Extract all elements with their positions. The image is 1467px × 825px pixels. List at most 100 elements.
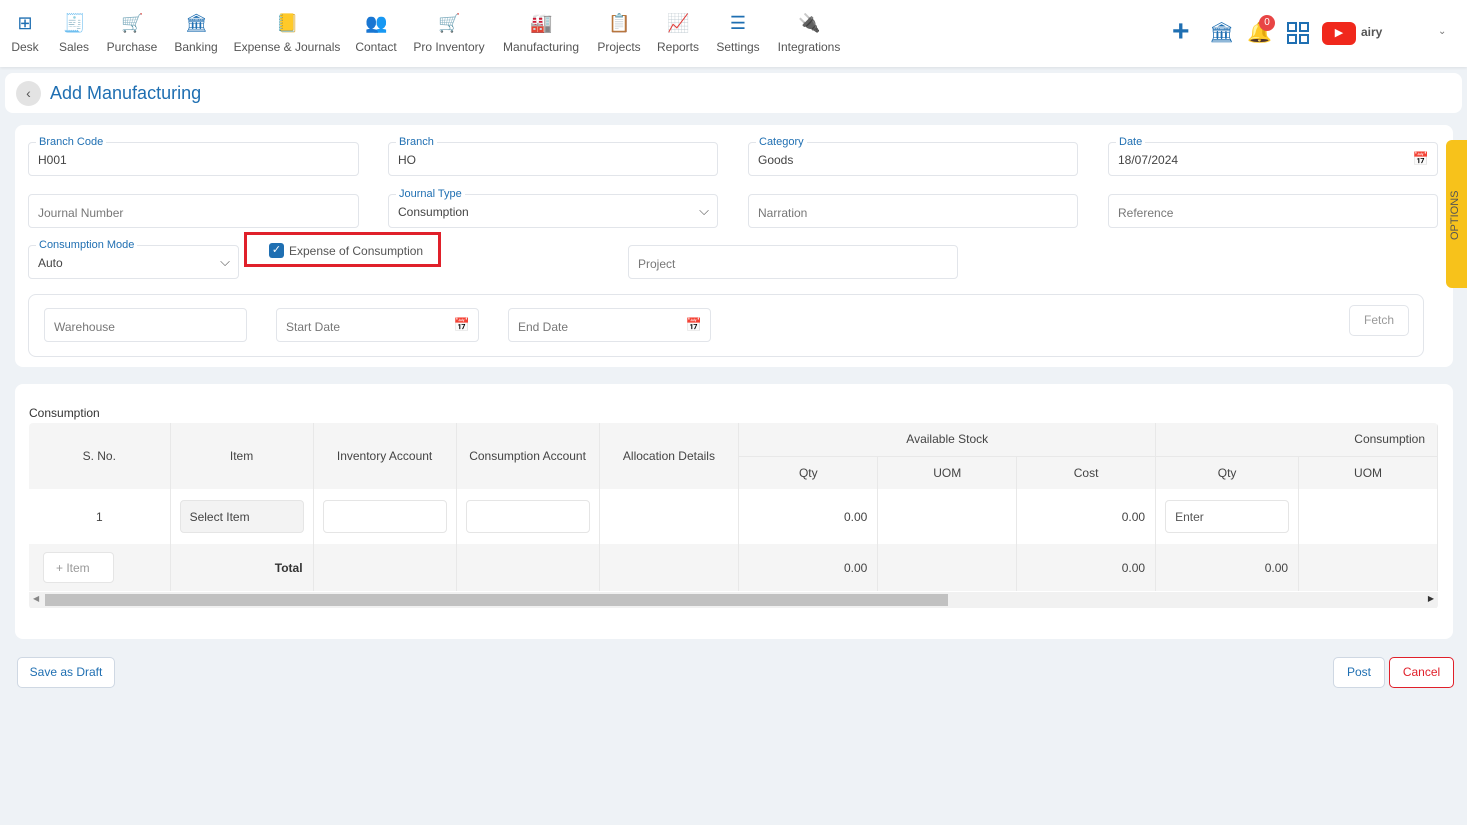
journal-type-select[interactable]: Journal Type Consumption ⌵ xyxy=(388,188,718,228)
col-allocation-details: Allocation Details xyxy=(599,423,740,489)
value: HO xyxy=(398,153,416,167)
journal-number-field[interactable]: Journal Number xyxy=(28,194,359,228)
chevron-down-icon: ⌵ xyxy=(220,254,230,269)
col-avail-qty: Qty xyxy=(738,456,879,489)
page-title: Add Manufacturing xyxy=(50,83,202,103)
calendar-icon[interactable]: 📅 xyxy=(454,317,470,333)
nav-item-desk[interactable]: ⊞ Desk xyxy=(11,12,38,54)
nav-item-banking[interactable]: 🏛 Banking xyxy=(174,12,217,54)
placeholder: Reference xyxy=(1118,206,1174,220)
col-consumption-account: Consumption Account xyxy=(456,423,600,489)
scrollbar-thumb[interactable] xyxy=(45,594,948,606)
options-tab[interactable]: OPTIONS xyxy=(1446,140,1467,288)
col-sno: S. No. xyxy=(29,423,171,489)
nav-label: Pro Inventory xyxy=(413,40,485,54)
cancel-button[interactable]: Cancel xyxy=(1389,657,1454,688)
value: Auto xyxy=(38,256,63,270)
narration-field[interactable]: Narration xyxy=(748,194,1078,228)
placeholder: Narration xyxy=(758,206,808,220)
consumption-table: S. No. Item Inventory Account Consumptio… xyxy=(29,423,1438,591)
placeholder: Journal Number xyxy=(38,206,124,220)
factory-icon: 🏭 xyxy=(529,13,553,33)
date-field[interactable]: Date 18/07/2024 📅 xyxy=(1108,136,1438,176)
table-row: 1 Select Item 0.00 0.00 Enter xyxy=(29,489,1438,544)
reference-field[interactable]: Reference xyxy=(1108,194,1438,228)
apps-grid-icon[interactable] xyxy=(1287,22,1309,44)
nav-item-projects[interactable]: 📋 Projects xyxy=(597,12,640,54)
branch-field[interactable]: Branch HO xyxy=(388,136,718,176)
horizontal-scrollbar[interactable]: ◀ ▶ xyxy=(29,592,1438,608)
expense-of-consumption-checkbox[interactable]: ✓ xyxy=(269,243,284,258)
select-item-field[interactable]: Select Item xyxy=(179,500,304,533)
report-chart-icon: 📈 xyxy=(667,13,690,33)
nav-item-integrations[interactable]: 🔌 Integrations xyxy=(778,12,841,54)
youtube-icon[interactable]: ▶ xyxy=(1322,22,1356,45)
avail-cost: 0.00 xyxy=(1016,489,1157,544)
plug-icon: 🔌 xyxy=(798,13,821,33)
nav-item-sales[interactable]: 🧾 Sales xyxy=(59,12,89,54)
scroll-right-arrow[interactable]: ▶ xyxy=(1428,594,1434,603)
nav-label: Contact xyxy=(355,40,397,54)
consumption-table-wrap: S. No. Item Inventory Account Consumptio… xyxy=(29,423,1438,609)
add-item-label: Item xyxy=(66,561,90,575)
inventory-account-input[interactable] xyxy=(322,500,447,533)
back-button[interactable]: ‹ xyxy=(16,81,41,106)
nav-label: Sales xyxy=(58,40,90,54)
end-date-field[interactable]: End Date 📅 xyxy=(508,308,711,342)
add-item-button[interactable]: + Item xyxy=(43,552,114,583)
nav-label: Reports xyxy=(656,40,700,54)
consumption-account-input[interactable] xyxy=(465,500,590,533)
save-as-draft-button[interactable]: Save as Draft xyxy=(17,657,115,688)
notification-badge: 0 xyxy=(1259,15,1275,31)
nav-item-settings[interactable]: ☰ Settings xyxy=(716,12,759,54)
fetch-button[interactable]: Fetch xyxy=(1349,305,1409,336)
group-available-stock: Available Stock xyxy=(738,423,1157,457)
grid-plus-icon: ⊞ xyxy=(17,13,33,33)
value: Goods xyxy=(758,153,794,167)
category-field[interactable]: Category Goods xyxy=(748,136,1078,176)
cart-icon: 🛒 xyxy=(120,13,144,33)
value: 18/07/2024 xyxy=(1118,153,1179,167)
placeholder: Warehouse xyxy=(54,320,115,334)
sliders-icon: ☰ xyxy=(729,13,747,33)
post-button[interactable]: Post xyxy=(1333,657,1385,688)
calendar-icon[interactable]: 📅 xyxy=(686,317,702,333)
chevron-down-icon[interactable]: ⌄ xyxy=(1438,26,1446,37)
start-date-field[interactable]: Start Date 📅 xyxy=(276,308,479,342)
total-cost: 0.00 xyxy=(1016,544,1157,591)
label: Category xyxy=(756,136,807,148)
calendar-icon[interactable]: 📅 xyxy=(1413,151,1429,167)
col-cons-uom: UOM xyxy=(1298,456,1438,489)
nav-item-pro-inventory[interactable]: 🛒 Pro Inventory xyxy=(413,12,484,54)
bank-transfer-icon[interactable]: 🏛 xyxy=(1209,20,1234,45)
nav-item-contact[interactable]: 👥 Contact xyxy=(355,12,396,54)
section-title: Consumption xyxy=(29,406,100,420)
nav-label: Integrations xyxy=(777,40,841,54)
branch-code-field[interactable]: Branch Code H001 xyxy=(28,136,359,176)
scroll-left-arrow[interactable]: ◀ xyxy=(33,594,39,603)
total-avail-qty: 0.00 xyxy=(738,544,879,591)
warehouse-field[interactable]: Warehouse xyxy=(44,308,247,342)
consumption-mode-select[interactable]: Consumption Mode Auto ⌵ xyxy=(28,239,239,279)
projects-icon: 📋 xyxy=(607,13,631,33)
add-icon[interactable]: + xyxy=(1172,17,1190,47)
nav-item-expense-journals[interactable]: 📒 Expense & Journals xyxy=(234,12,341,54)
nav-item-manufacturing[interactable]: 🏭 Manufacturing xyxy=(503,12,579,54)
col-avail-cost: Cost xyxy=(1016,456,1157,489)
top-nav-bar: ⊞ Desk 🧾 Sales 🛒 Purchase 🏛 Banking 📒 Expense & J… xyxy=(0,0,1467,67)
nav-item-purchase[interactable]: 🛒 Purchase xyxy=(107,12,158,54)
checkbox-label: Expense of Consumption xyxy=(289,244,424,258)
col-cons-qty: Qty xyxy=(1155,456,1300,489)
value: Consumption xyxy=(398,205,469,219)
contacts-icon: 👥 xyxy=(364,13,388,33)
nav-label: Expense & Journals xyxy=(233,40,341,54)
placeholder: Project xyxy=(638,257,676,271)
nav-item-reports[interactable]: 📈 Reports xyxy=(657,12,699,54)
consumption-qty-input[interactable]: Enter xyxy=(1165,500,1290,533)
user-name[interactable]: airy xyxy=(1361,25,1382,39)
group-consumption: Consumption xyxy=(1155,423,1438,457)
total-row: + Item Total 0.00 0.00 0.00 xyxy=(29,544,1438,591)
project-field[interactable]: Project xyxy=(628,245,958,279)
bank-icon: 🏛 xyxy=(185,13,208,33)
journal-icon: 📒 xyxy=(275,13,299,33)
